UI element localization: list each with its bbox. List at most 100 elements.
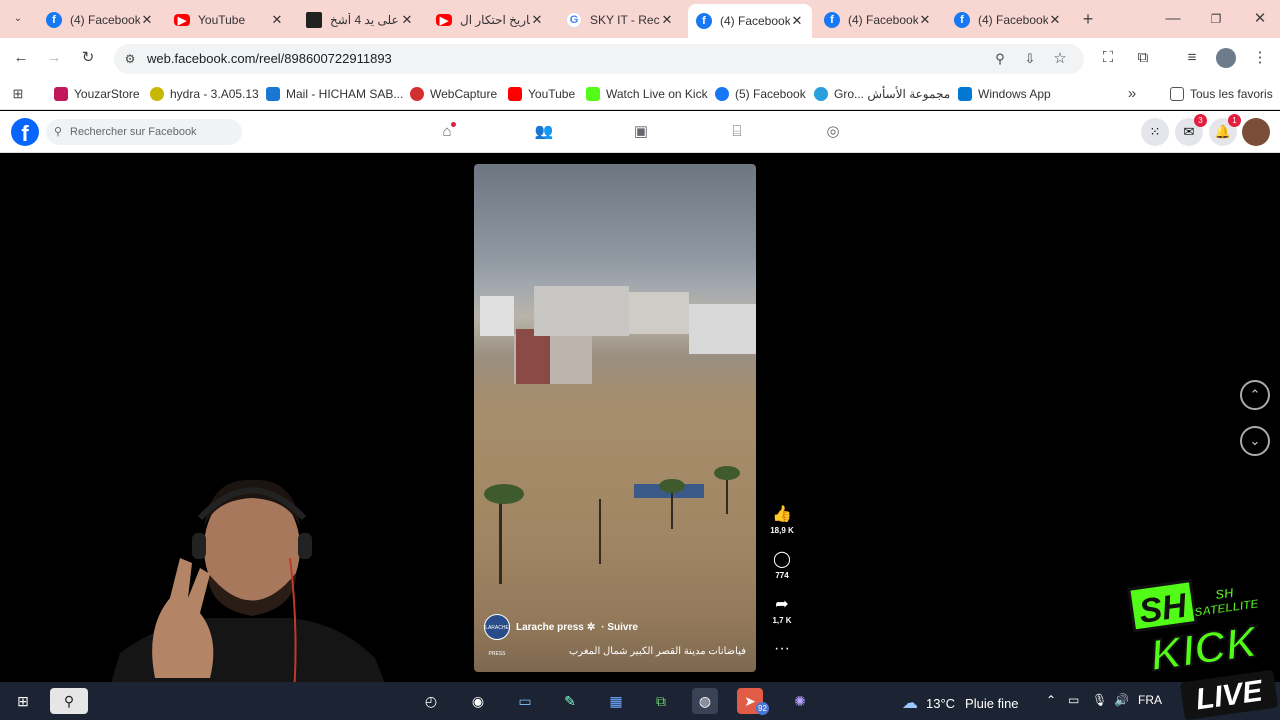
- menu-dots-icon[interactable]: ⋮: [1250, 48, 1270, 68]
- clock-app-icon[interactable]: ◴: [418, 688, 444, 714]
- more-bookmarks-icon[interactable]: »: [1122, 84, 1142, 104]
- friends-icon[interactable]: 👥: [534, 122, 554, 142]
- hydra-icon: [150, 87, 164, 101]
- tab-youtube-2[interactable]: ▶ تاريخ احتكار ال ✕: [428, 6, 552, 34]
- network-icon[interactable]: ▭: [1068, 693, 1079, 707]
- apps-grid-icon[interactable]: ⊞: [8, 84, 28, 104]
- close-window-icon[interactable]: ✕: [1250, 9, 1270, 29]
- paint-icon[interactable]: ✎: [557, 688, 583, 714]
- previous-reel-button[interactable]: ⌃: [1240, 380, 1270, 410]
- reel-video[interactable]: LARACHE PRESS Larache press ✲ · Suivre ف…: [474, 164, 756, 672]
- video-frame: [484, 484, 524, 504]
- close-icon[interactable]: ✕: [140, 12, 154, 28]
- like-icon: 👍: [772, 506, 792, 523]
- install-icon[interactable]: ⇩: [1020, 49, 1040, 69]
- bookmark-hydra[interactable]: hydra - 3.A05.13: [150, 85, 259, 103]
- marketplace-icon[interactable]: ⌸: [727, 122, 747, 142]
- screenshot-extension-icon[interactable]: ⛶: [1098, 48, 1118, 68]
- tab-facebook-4[interactable]: f (4) Facebook ✕: [946, 6, 1070, 34]
- bookmark-star-icon[interactable]: ☆: [1050, 49, 1070, 69]
- bookmark-youtube[interactable]: YouTube: [508, 85, 575, 103]
- bookmark-label: Watch Live on Kick: [606, 87, 708, 101]
- video-frame: [714, 466, 740, 480]
- facebook-search-input[interactable]: ⚲ Rechercher sur Facebook: [46, 119, 242, 145]
- bookmark-label: Mail - HICHAM SAB...: [286, 87, 404, 101]
- author-name[interactable]: Larache press: [516, 622, 584, 633]
- tray-chevron-icon[interactable]: ⌃: [1046, 693, 1056, 707]
- tab-facebook-3[interactable]: f (4) Facebook ✕: [816, 6, 940, 34]
- bookmark-label: hydra - 3.A05.13: [170, 87, 259, 101]
- close-icon[interactable]: ✕: [1048, 12, 1062, 28]
- bookmark-webcapture[interactable]: WebCapture: [410, 85, 497, 103]
- all-bookmarks[interactable]: Tous les favoris: [1170, 85, 1273, 103]
- profile-avatar[interactable]: [1216, 48, 1236, 68]
- calculator-icon[interactable]: ▦: [603, 688, 629, 714]
- weather-widget[interactable]: ☁ 13°C Pluie fine: [902, 693, 1019, 713]
- comment-button[interactable]: ◯ 774: [768, 551, 796, 580]
- bookmark-mail[interactable]: Mail - HICHAM SAB...: [266, 85, 403, 103]
- account-avatar[interactable]: [1242, 118, 1270, 146]
- mail-icon: [266, 87, 280, 101]
- video-icon[interactable]: ▣: [631, 122, 651, 142]
- comment-icon: ◯: [773, 551, 791, 568]
- app-icon[interactable]: ⧉: [648, 688, 674, 714]
- telegram-taskbar-icon[interactable]: ➤ 92: [737, 688, 769, 715]
- tab-title: SKY IT - Rech: [590, 13, 660, 27]
- share-button[interactable]: ➦ 1,7 K: [768, 596, 796, 625]
- close-icon[interactable]: ✕: [530, 12, 544, 28]
- remote-desktop-icon[interactable]: ▭: [512, 688, 538, 714]
- close-icon[interactable]: ✕: [270, 12, 284, 28]
- messenger-icon[interactable]: ✉ 3: [1175, 114, 1207, 146]
- search-icon[interactable]: ⚲: [50, 688, 88, 714]
- close-icon[interactable]: ✕: [400, 12, 414, 28]
- tab-title: على يد 4 أشخ: [330, 13, 399, 27]
- like-button[interactable]: 👍 18,9 K: [768, 506, 796, 535]
- zoom-icon[interactable]: ⚲: [990, 49, 1010, 69]
- restore-icon[interactable]: ❐: [1206, 9, 1226, 29]
- notifications-icon[interactable]: 🔔 1: [1209, 114, 1241, 146]
- menu-grid-icon[interactable]: ⁙: [1141, 118, 1169, 146]
- tab-search-chevron-icon[interactable]: ⌄: [8, 9, 28, 29]
- minimize-icon[interactable]: —: [1163, 9, 1183, 29]
- site-info-icon[interactable]: ⚙: [120, 49, 140, 69]
- more-options-button[interactable]: ···: [768, 640, 796, 658]
- chrome-icon[interactable]: ◍: [692, 688, 718, 714]
- url-text[interactable]: web.facebook.com/reel/898600722911893: [147, 51, 392, 66]
- bookmark-telegram-group[interactable]: Gro... مجموعة الأسأش: [814, 85, 950, 103]
- bookmark-kick[interactable]: Watch Live on Kick: [586, 85, 708, 103]
- camera-app-icon[interactable]: ◉: [465, 688, 491, 714]
- browser-toolbar: ← → ↻ ⚙ web.facebook.com/reel/8986007229…: [0, 38, 1280, 78]
- back-icon[interactable]: ←: [11, 48, 31, 68]
- next-reel-button[interactable]: ⌄: [1240, 426, 1270, 456]
- new-tab-icon[interactable]: +: [1078, 9, 1098, 29]
- forward-icon[interactable]: →: [44, 48, 64, 68]
- close-icon[interactable]: ✕: [790, 13, 804, 29]
- groups-icon[interactable]: ◎: [823, 122, 843, 142]
- reload-icon[interactable]: ↻: [78, 48, 98, 68]
- bookmark-youzarstore[interactable]: YouzarStore: [54, 85, 140, 103]
- tab-facebook-1[interactable]: f (4) Facebook ✕: [38, 6, 162, 34]
- bookmark-facebook[interactable]: (5) Facebook: [715, 85, 806, 103]
- close-icon[interactable]: ✕: [660, 12, 674, 28]
- close-icon[interactable]: ✕: [918, 12, 932, 28]
- webcapture-icon: [410, 87, 424, 101]
- facebook-logo[interactable]: f: [11, 118, 39, 146]
- tab-facebook-active[interactable]: f (4) Facebook ✕: [688, 4, 812, 38]
- bookmark-windows-app[interactable]: Windows App: [958, 85, 1051, 103]
- tab-title: (4) Facebook: [70, 13, 140, 27]
- extensions-icon[interactable]: ⧉: [1133, 48, 1153, 68]
- satellite-app-icon[interactable]: ✺: [787, 688, 813, 714]
- windows-start-icon[interactable]: ⊞: [10, 688, 36, 714]
- more-dots-icon: ···: [774, 640, 790, 657]
- tab-google[interactable]: G SKY IT - Rech ✕: [558, 6, 682, 34]
- tab-news[interactable]: على يد 4 أشخ ✕: [298, 6, 422, 34]
- media-control-icon[interactable]: ≡: [1182, 48, 1202, 68]
- home-icon[interactable]: ⌂: [437, 122, 457, 142]
- author-avatar[interactable]: LARACHE PRESS: [484, 614, 510, 657]
- tab-youtube[interactable]: ▶ YouTube ✕: [166, 6, 292, 34]
- overlay-satellite-text: SATELLITE: [1193, 596, 1260, 619]
- microphone-icon[interactable]: 🎙: [1092, 693, 1107, 707]
- reel-author[interactable]: LARACHE PRESS Larache press ✲ · Suivre: [484, 614, 638, 657]
- follow-button[interactable]: · Suivre: [601, 622, 638, 633]
- address-bar[interactable]: ⚙ web.facebook.com/reel/898600722911893 …: [114, 44, 1084, 74]
